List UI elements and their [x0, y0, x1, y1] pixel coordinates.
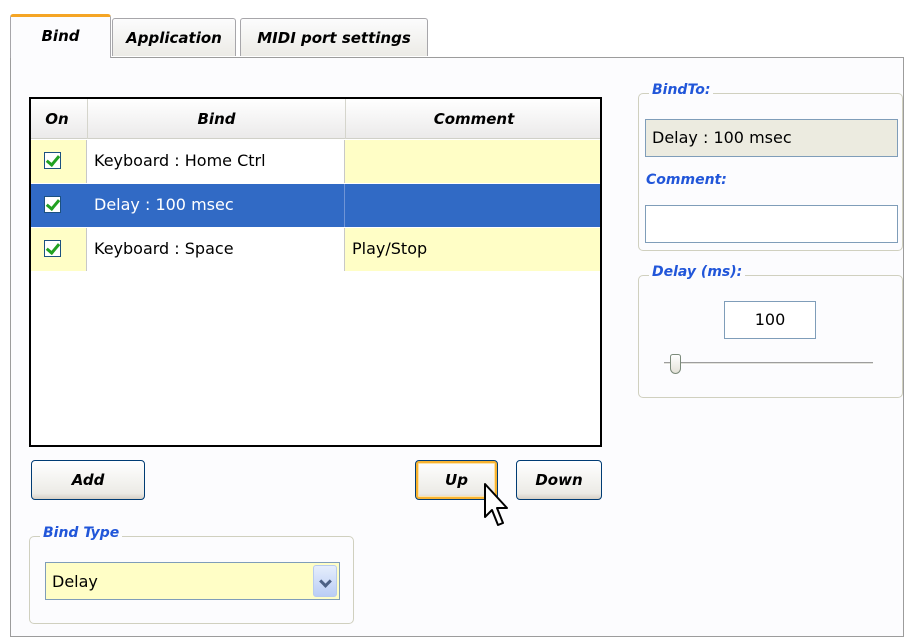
comment-legend: Comment:: [643, 172, 730, 188]
column-header-on[interactable]: On: [31, 99, 83, 139]
add-button[interactable]: Add: [31, 460, 145, 500]
checkmark-icon[interactable]: [44, 196, 61, 213]
table-row[interactable]: Keyboard : Space Play/Stop: [31, 228, 600, 271]
delay-input[interactable]: 100: [724, 301, 816, 339]
delay-slider-track[interactable]: [664, 362, 873, 365]
on-cell: [31, 184, 87, 227]
mouse-pointer-icon: [484, 483, 508, 526]
bind-list[interactable]: On Bind Comment Keyboard : Home Ctrl Del…: [29, 97, 602, 447]
bind-type-legend: Bind Type: [40, 525, 123, 541]
comment-cell: [345, 140, 600, 183]
delay-slider-thumb[interactable]: [669, 354, 681, 374]
column-header-comment[interactable]: Comment: [345, 99, 600, 139]
bind-type-value: Delay: [52, 572, 98, 591]
comment-input[interactable]: [645, 205, 898, 243]
checkmark-icon[interactable]: [44, 240, 61, 257]
tab-midi-port-settings[interactable]: MIDI port settings: [240, 18, 428, 56]
bind-cell: Delay : 100 msec: [87, 184, 345, 227]
table-row[interactable]: Keyboard : Home Ctrl: [31, 140, 600, 183]
on-cell: [31, 140, 87, 183]
tab-application[interactable]: Application: [112, 18, 236, 56]
comment-cell: [345, 184, 600, 227]
tab-bind[interactable]: Bind: [10, 14, 111, 58]
table-row-selected[interactable]: Delay : 100 msec: [31, 184, 600, 227]
chevron-down-icon[interactable]: [313, 565, 337, 597]
delay-legend: Delay (ms):: [649, 264, 746, 280]
bind-to-field: Delay : 100 msec: [645, 119, 898, 157]
column-header-bind[interactable]: Bind: [87, 99, 345, 139]
comment-cell: Play/Stop: [345, 228, 600, 271]
bind-cell: Keyboard : Space: [87, 228, 345, 271]
bind-type-select[interactable]: Delay: [45, 562, 340, 600]
down-button[interactable]: Down: [516, 460, 602, 500]
checkmark-icon[interactable]: [44, 152, 61, 169]
list-header: On Bind Comment: [31, 99, 600, 139]
bind-to-legend: BindTo:: [649, 82, 714, 98]
on-cell: [31, 228, 87, 271]
bind-cell: Keyboard : Home Ctrl: [87, 140, 345, 183]
